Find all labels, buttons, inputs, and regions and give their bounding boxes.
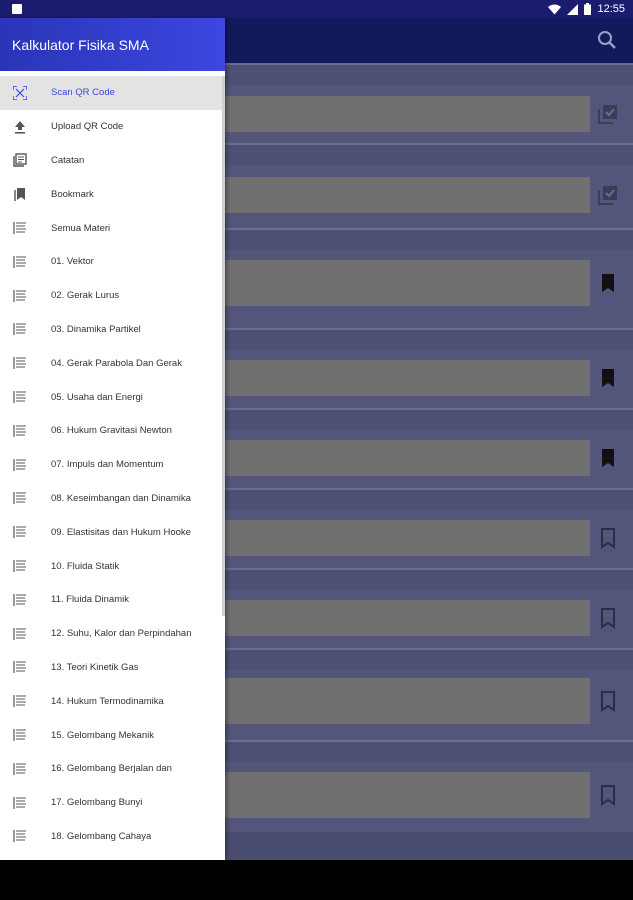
drawer-item-label: Semua Materi [51,222,111,234]
status-bar: 12:55 [0,0,633,18]
drawer-item-label: Scan QR Code [51,87,115,99]
drawer-item-catatan[interactable]: Catatan [0,144,222,178]
drawer-item-14-hukum-termodinamika[interactable]: 14. Hukum Termodinamika [0,684,222,718]
drawer-item-label: 10. Fluida Statik [51,560,120,572]
bookmark-filled-icon[interactable] [597,367,619,394]
drawer-item-04-gerak-parabola-dan-gerak[interactable]: 04. Gerak Parabola Dan Gerak [0,346,222,380]
list-icon [13,289,27,303]
drawer-item-scan-qr-code[interactable]: Scan QR Code [0,76,222,110]
drawer-item-label: 01. Vektor [51,256,94,268]
drawer-item-03-dinamika-partikel[interactable]: 03. Dinamika Partikel [0,313,222,347]
list-icon [13,356,27,370]
drawer-item-label: Bookmark [51,188,94,200]
search-icon[interactable] [597,30,617,50]
drawer-item-07-impuls-dan-momentum[interactable]: 07. Impuls dan Momentum [0,448,222,482]
drawer-item-label: 15. Gelombang Mekanik [51,729,154,741]
drawer-item-15-gelombang-mekanik[interactable]: 15. Gelombang Mekanik [0,718,222,752]
status-time: 12:55 [597,3,625,15]
wifi-icon [548,4,562,14]
list-icon [13,762,27,776]
drawer-header: Kalkulator Fisika SMA [0,18,225,71]
list-icon [13,255,27,269]
drawer-title: Kalkulator Fisika SMA [12,36,149,53]
drawer-item-18-gelombang-cahaya[interactable]: 18. Gelombang Cahaya [0,820,222,854]
bookmark-stack-icon [13,187,27,202]
done-check-icon[interactable] [597,103,619,130]
navigation-drawer: Kalkulator Fisika SMA Scan QR Code Upload… [0,18,225,860]
done-check-icon[interactable] [597,184,619,211]
drawer-item-label: 11. Fluida Dinamik [51,594,129,606]
drawer-item-09-elastisitas-dan-hukum-hooke[interactable]: 09. Elastisitas dan Hukum Hooke [0,515,222,549]
list-icon [13,390,27,404]
drawer-item-01-vektor[interactable]: 01. Vektor [0,245,222,279]
list-icon [13,728,27,742]
bookmark-outline-icon[interactable] [597,690,619,717]
drawer-item-label: 08. Keseimbangan dan Dinamika [51,492,191,504]
drawer-menu: Scan QR Code Upload QR Code Catatan Bookmar… [0,76,222,853]
drawer-item-label: Catatan [51,154,85,166]
signal-icon [567,3,579,15]
notification-icon [12,4,22,14]
drawer-item-upload-qr-code[interactable]: Upload QR Code [0,110,222,144]
qr-scan-icon [12,85,28,101]
list-icon [13,525,27,539]
list-icon [13,796,27,810]
bookmark-filled-icon[interactable] [597,272,619,299]
drawer-item-label: Upload QR Code [51,121,124,133]
drawer-item-05-usaha-dan-energi[interactable]: 05. Usaha dan Energi [0,380,222,414]
list-icon [13,221,27,235]
list-icon [13,694,27,708]
drawer-item-label: 17. Gelombang Bunyi [51,797,143,809]
drawer-item-12-suhu-kalor-dan-perpindahan[interactable]: 12. Suhu, Kalor dan Perpindahan [0,617,222,651]
drawer-item-label: 05. Usaha dan Energi [51,391,143,403]
drawer-item-label: 07. Impuls dan Momentum [51,459,164,471]
list-icon [13,491,27,505]
drawer-item-16-gelombang-berjalan-dan[interactable]: 16. Gelombang Berjalan dan [0,752,222,786]
list-icon [13,424,27,438]
drawer-item-label: 06. Hukum Gravitasi Newton [51,425,172,437]
drawer-item-label: 18. Gelombang Cahaya [51,830,152,842]
list-icon [13,458,27,472]
drawer-item-bookmark[interactable]: Bookmark [0,177,222,211]
system-navigation-bar [0,860,633,900]
drawer-item-semua-materi[interactable]: Semua Materi [0,211,222,245]
drawer-item-13-teori-kinetik-gas[interactable]: 13. Teori Kinetik Gas [0,651,222,685]
drawer-item-10-fluida-statik[interactable]: 10. Fluida Statik [0,549,222,583]
drawer-item-11-fluida-dinamik[interactable]: 11. Fluida Dinamik [0,583,222,617]
drawer-item-label: 14. Hukum Termodinamika [51,695,164,707]
drawer-item-label: 13. Teori Kinetik Gas [51,661,139,673]
drawer-item-label: 03. Dinamika Partikel [51,323,141,335]
list-icon [13,322,27,336]
upload-icon [13,120,27,134]
drawer-item-06-hukum-gravitasi-newton[interactable]: 06. Hukum Gravitasi Newton [0,414,222,448]
drawer-item-label: 04. Gerak Parabola Dan Gerak [51,357,182,369]
drawer-item-label: 02. Gerak Lurus [51,290,120,302]
drawer-item-02-gerak-lurus[interactable]: 02. Gerak Lurus [0,279,222,313]
drawer-item-08-keseimbangan-dan-dinamika[interactable]: 08. Keseimbangan dan Dinamika [0,482,222,516]
drawer-scrollbar[interactable] [222,76,225,616]
drawer-item-label: 12. Suhu, Kalor dan Perpindahan [51,628,192,640]
battery-icon [584,3,592,15]
drawer-item-17-gelombang-bunyi[interactable]: 17. Gelombang Bunyi [0,786,222,820]
bookmark-filled-icon[interactable] [597,447,619,474]
list-icon [13,627,27,641]
bookmark-outline-icon[interactable] [597,607,619,634]
notes-icon [13,153,27,168]
list-icon [13,660,27,674]
list-icon [13,559,27,573]
drawer-item-label: 09. Elastisitas dan Hukum Hooke [51,526,191,538]
drawer-item-label: 16. Gelombang Berjalan dan [51,763,172,775]
list-icon [13,829,27,843]
bookmark-outline-icon[interactable] [597,784,619,811]
list-icon [13,593,27,607]
bookmark-outline-icon[interactable] [597,527,619,554]
